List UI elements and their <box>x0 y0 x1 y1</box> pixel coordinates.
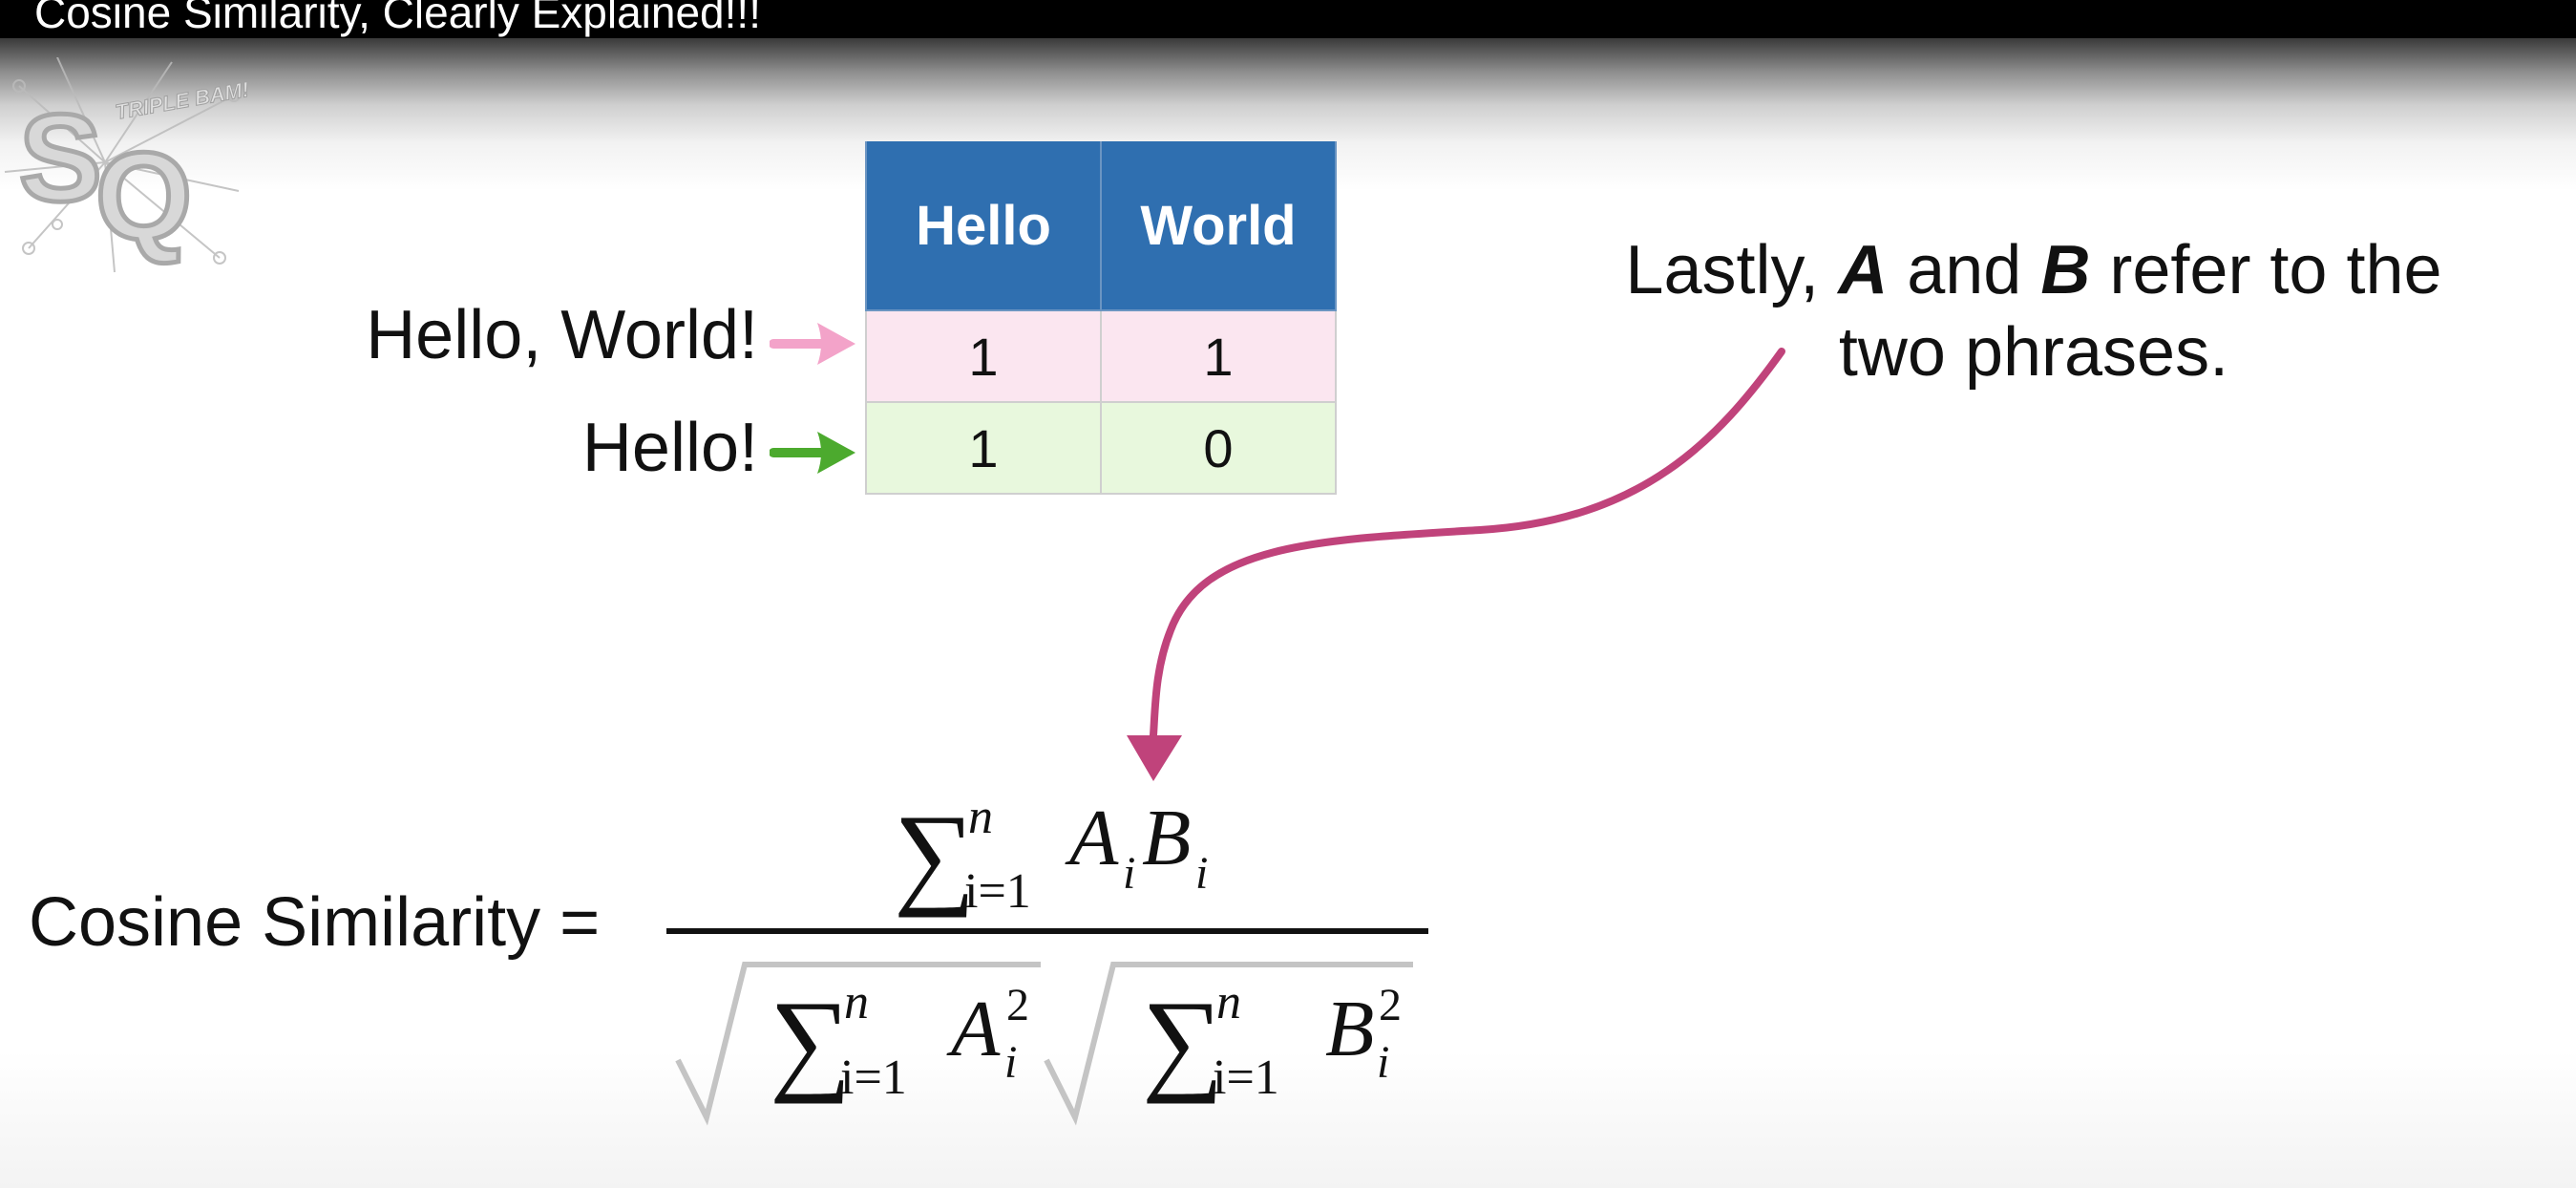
denominator-sum-symbol-b: ∑ <box>1142 977 1224 1104</box>
numerator-b-sub: i <box>1195 848 1208 899</box>
numerator-upper-limit: n <box>968 790 993 844</box>
denominator-b-sup: 2 <box>1379 980 1402 1030</box>
numerator-a: A <box>1065 794 1119 882</box>
cosine-formula: ∑ n i=1 A i B i ∑ n i=1 A 2 i ∑ n i=1 B … <box>675 790 1413 1126</box>
denominator-a-sup: 2 <box>1006 980 1029 1030</box>
denominator-upper-limit-a: n <box>844 975 869 1029</box>
numerator-sum-symbol: ∑ <box>894 791 976 918</box>
denominator-a: A <box>946 985 1001 1073</box>
numerator-a-sub: i <box>1123 848 1135 899</box>
numerator-b: B <box>1142 794 1191 882</box>
denominator-lower-limit-b: i=1 <box>1213 1050 1279 1105</box>
denominator-a-sub: i <box>1004 1037 1017 1088</box>
denominator-b-sub: i <box>1377 1037 1389 1088</box>
denominator-sum-symbol-a: ∑ <box>770 977 852 1104</box>
numerator-lower-limit: i=1 <box>964 864 1031 919</box>
denominator-lower-limit-a: i=1 <box>840 1050 907 1105</box>
denominator-upper-limit-b: n <box>1216 975 1241 1029</box>
denominator-b: B <box>1325 985 1374 1073</box>
